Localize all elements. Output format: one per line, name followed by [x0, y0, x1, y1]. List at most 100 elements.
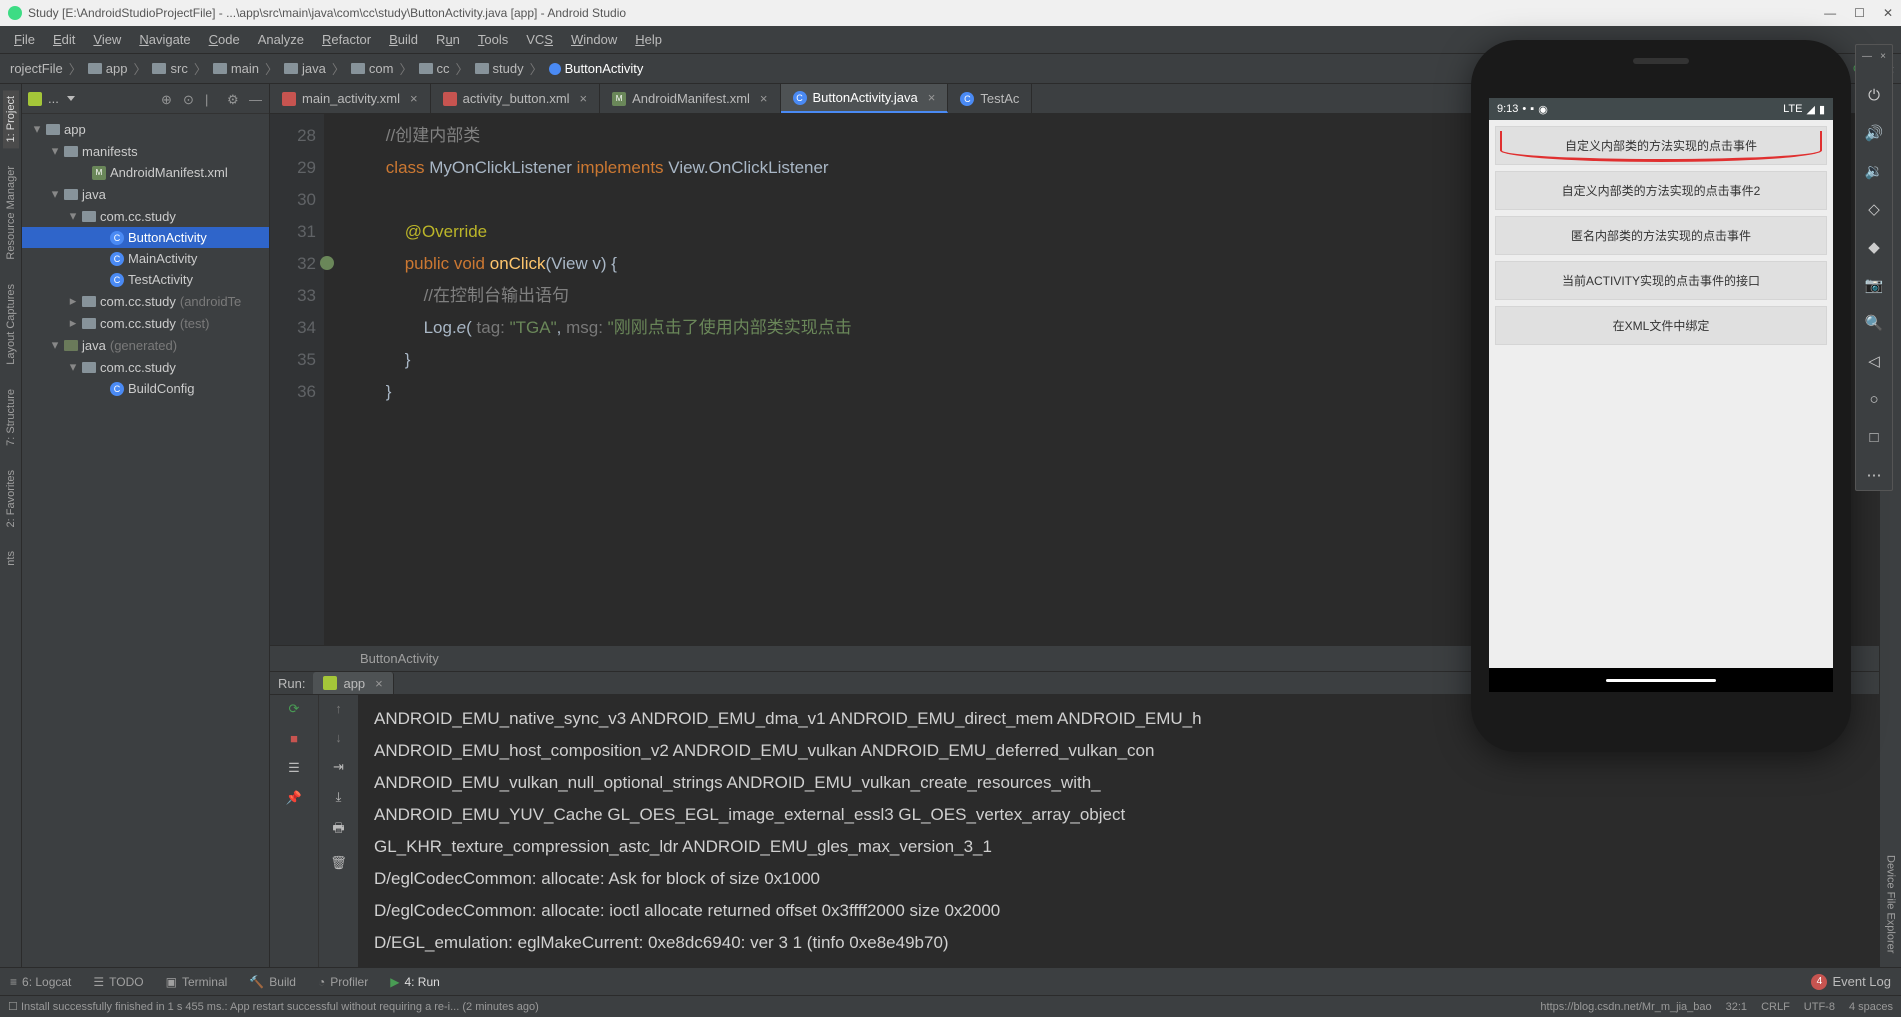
home-icon[interactable]: ○	[1865, 390, 1883, 408]
device-nav-bar[interactable]	[1489, 668, 1833, 692]
menu-vcs[interactable]: VCS	[518, 29, 561, 50]
breadcrumb-seg[interactable]: src	[148, 59, 191, 78]
app-button-1[interactable]: 自定义内部类的方法实现的点击事件	[1495, 126, 1827, 165]
cursor-position[interactable]: 32:1	[1726, 1001, 1747, 1013]
menu-view[interactable]: View	[85, 29, 129, 50]
app-button-4[interactable]: 当前ACTIVITY实现的点击事件的接口	[1495, 261, 1827, 300]
menu-navigate[interactable]: Navigate	[131, 29, 198, 50]
close-icon[interactable]: ×	[375, 676, 383, 691]
tab-button-activity-java[interactable]: CButtonActivity.java×	[781, 84, 949, 113]
menu-edit[interactable]: Edit	[45, 29, 83, 50]
window-close-icon[interactable]: ✕	[1883, 6, 1893, 20]
select-open-icon[interactable]: ⊙	[183, 92, 197, 106]
menu-build[interactable]: Build	[381, 29, 426, 50]
tab-activity-button-xml[interactable]: activity_button.xml×	[431, 84, 601, 113]
menu-window[interactable]: Window	[563, 29, 625, 50]
breadcrumb-seg[interactable]: java	[280, 59, 330, 78]
tab-variants[interactable]: nts	[3, 545, 19, 572]
window-minimize-icon[interactable]: —	[1824, 6, 1836, 20]
project-view-label[interactable]: ...	[48, 91, 59, 106]
encoding[interactable]: UTF-8	[1804, 1001, 1835, 1013]
rotate-left-icon[interactable]: ◇	[1865, 200, 1883, 218]
menu-analyze[interactable]: Analyze	[250, 29, 312, 50]
project-tree[interactable]: ▾app ▾manifests MAndroidManifest.xml ▾ja…	[22, 114, 269, 967]
print-icon[interactable]: 🖶	[332, 819, 344, 841]
breadcrumb-seg[interactable]: rojectFile	[6, 59, 67, 78]
zoom-icon[interactable]: 🔍	[1865, 314, 1883, 332]
crosshair-icon[interactable]: ⊕	[161, 92, 175, 106]
tab-favorites[interactable]: 2: Favorites	[3, 464, 19, 533]
window-maximize-icon[interactable]: ☐	[1854, 6, 1865, 20]
tab-device-file-explorer[interactable]: Device File Explorer	[1883, 849, 1899, 959]
rerun-icon[interactable]: ⟳	[289, 701, 300, 717]
tab-structure[interactable]: 7: Structure	[3, 383, 19, 452]
tab-test-activity[interactable]: CTestAc	[948, 84, 1032, 113]
soft-wrap-icon[interactable]: ⇥	[333, 759, 344, 775]
camera-icon[interactable]: 📷	[1865, 276, 1883, 294]
device-screen[interactable]: 9:13 • ▪ ◉ LTE◢▮ 自定义内部类的方法实现的点击事件 自定义内部类…	[1489, 98, 1833, 692]
tree-node-selected[interactable]: CButtonActivity	[22, 227, 269, 248]
layout-icon[interactable]: ☰	[288, 760, 300, 776]
menu-help[interactable]: Help	[627, 29, 670, 50]
emulator-window[interactable]: 9:13 • ▪ ◉ LTE◢▮ 自定义内部类的方法实现的点击事件 自定义内部类…	[1471, 40, 1851, 752]
down-icon[interactable]: ↓	[335, 730, 342, 745]
caret-down-icon	[67, 96, 75, 101]
status-icon[interactable]: ☐	[8, 1000, 18, 1013]
line-separator[interactable]: CRLF	[1761, 1001, 1790, 1013]
event-log-button[interactable]: 4 Event Log	[1811, 974, 1891, 990]
trash-icon[interactable]: 🗑	[330, 855, 347, 871]
tab-android-manifest[interactable]: MAndroidManifest.xml×	[600, 84, 780, 113]
app-button-2[interactable]: 自定义内部类的方法实现的点击事件2	[1495, 171, 1827, 210]
btab-todo[interactable]: ☰TODO	[93, 975, 143, 989]
divider-icon[interactable]: |	[205, 92, 219, 106]
breadcrumb-seg[interactable]: cc	[415, 59, 454, 78]
scroll-icon[interactable]: ⤓	[336, 789, 342, 805]
pin-icon[interactable]: 📌	[286, 790, 302, 806]
line-gutter[interactable]: 28 29 30 31 32 33 34 35 36	[270, 114, 324, 645]
rotate-right-icon[interactable]: ◆	[1865, 238, 1883, 256]
menu-tools[interactable]: Tools	[470, 29, 516, 50]
app-button-5[interactable]: 在XML文件中绑定	[1495, 306, 1827, 345]
menu-run[interactable]: Run	[428, 29, 468, 50]
volume-up-icon[interactable]: 🔊	[1865, 124, 1883, 142]
menu-file[interactable]: File	[6, 29, 43, 50]
btab-build[interactable]: 🔨Build	[249, 975, 296, 989]
back-icon[interactable]: ◁	[1865, 352, 1883, 370]
overview-icon[interactable]: □	[1865, 428, 1883, 446]
btab-logcat[interactable]: ≡6: Logcat	[10, 975, 71, 989]
breadcrumb-seg-active[interactable]: ButtonActivity	[545, 59, 648, 78]
breadcrumb-seg[interactable]: com	[347, 59, 398, 78]
stop-icon[interactable]: ■	[290, 731, 298, 746]
btab-profiler[interactable]: ◔Profiler	[318, 975, 368, 989]
indent[interactable]: 4 spaces	[1849, 1001, 1893, 1013]
close-icon[interactable]: ×	[580, 91, 588, 106]
gear-icon[interactable]: ⚙	[227, 92, 241, 106]
more-icon[interactable]: ⋯	[1865, 466, 1883, 484]
tab-main-activity-xml[interactable]: main_activity.xml×	[270, 84, 431, 113]
breadcrumb-seg[interactable]: app	[84, 59, 132, 78]
tab-project[interactable]: 1: Project	[3, 90, 19, 148]
run-tab-app[interactable]: app×	[313, 672, 393, 694]
breadcrumb-seg[interactable]: study	[471, 59, 528, 78]
folder-icon	[152, 63, 166, 74]
emu-minimize-icon[interactable]: —	[1862, 51, 1872, 62]
volume-down-icon[interactable]: 🔉	[1865, 162, 1883, 180]
breadcrumb-seg[interactable]: main	[209, 59, 263, 78]
close-icon[interactable]: ×	[410, 91, 418, 106]
up-icon[interactable]: ↑	[335, 701, 342, 716]
override-gutter-icon[interactable]	[320, 256, 334, 270]
close-icon[interactable]: ×	[928, 90, 936, 105]
power-icon[interactable]: ⏻	[1865, 86, 1883, 104]
tab-layout-captures[interactable]: Layout Captures	[3, 278, 19, 371]
breadcrumb: rojectFile〉 app〉 src〉 main〉 java〉 com〉 c…	[6, 59, 647, 78]
close-icon[interactable]: ×	[760, 91, 768, 106]
sync-icon: ◉	[1538, 103, 1548, 116]
hide-icon[interactable]: —	[249, 92, 263, 106]
tab-resource-manager[interactable]: Resource Manager	[3, 160, 19, 266]
menu-code[interactable]: Code	[201, 29, 248, 50]
emu-close-icon[interactable]: ×	[1880, 51, 1886, 62]
menu-refactor[interactable]: Refactor	[314, 29, 379, 50]
app-button-3[interactable]: 匿名内部类的方法实现的点击事件	[1495, 216, 1827, 255]
btab-run[interactable]: ▶4: Run	[390, 975, 440, 989]
btab-terminal[interactable]: ▣Terminal	[166, 975, 228, 989]
